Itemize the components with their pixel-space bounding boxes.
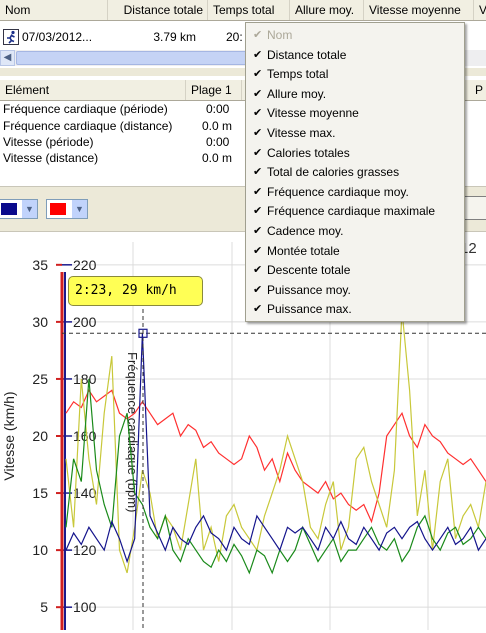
- menu-item-label: Puissance max.: [267, 302, 352, 317]
- menu-item[interactable]: ✔ Puissance max.: [246, 300, 464, 320]
- checkmark-icon: ✔: [253, 303, 263, 316]
- checkmark-icon: ✔: [253, 244, 263, 257]
- menu-item[interactable]: ✔ Total de calories grasses: [246, 163, 464, 183]
- menu-item[interactable]: ✔ Cadence moy.: [246, 222, 464, 242]
- menu-item-label: Montée totale: [267, 243, 340, 258]
- color-picker-speed[interactable]: ▼: [46, 199, 88, 219]
- chevron-down-icon[interactable]: ▼: [72, 200, 87, 218]
- hr-axis-tick-label: 140: [73, 485, 97, 501]
- color-swatch-blue: [1, 203, 17, 215]
- checkmark-icon: ✔: [253, 107, 263, 120]
- left-axis-tick-label: 15: [32, 485, 48, 501]
- menu-item-label: Fréquence cardiaque moy.: [267, 184, 409, 199]
- color-picker-heart-rate[interactable]: ▼: [0, 199, 38, 219]
- column-chooser-menu: ✔ Nom ✔ Distance totale ✔ Temps total ✔ Allure …: [245, 22, 465, 322]
- checkmark-icon: ✔: [253, 29, 263, 41]
- activity-name: 07/03/2012...: [22, 30, 93, 44]
- menu-item-label: Calories totales: [267, 145, 350, 160]
- column-header-partial-p[interactable]: P: [470, 80, 486, 100]
- left-axis-tick-label: 10: [32, 542, 48, 558]
- menu-item[interactable]: ✔ Descente totale: [246, 261, 464, 281]
- details-value: 0:00: [206, 135, 230, 149]
- details-value: 0.0 m: [202, 119, 233, 133]
- details-element: Fréquence cardiaque (période): [3, 102, 168, 116]
- menu-item[interactable]: ✔ Temps total: [246, 65, 464, 85]
- menu-item-label: Allure moy.: [267, 86, 327, 101]
- chevron-down-icon[interactable]: ▼: [22, 200, 37, 218]
- checkmark-icon: ✔: [253, 146, 263, 159]
- details-element: Fréquence cardiaque (distance): [3, 119, 173, 133]
- checkmark-icon: ✔: [253, 87, 263, 100]
- menu-item-label: Total de calories grasses: [267, 165, 400, 180]
- menu-item-label: Nom: [267, 28, 293, 42]
- menu-item-label: Temps total: [267, 67, 329, 82]
- left-axis-tick-label: 30: [32, 314, 48, 330]
- checkmark-icon: ✔: [253, 225, 263, 237]
- color-swatch-red: [50, 203, 66, 215]
- cursor-tooltip: 2:23, 29 km/h: [68, 276, 203, 306]
- activity-distance: 3.79 km: [153, 30, 196, 44]
- menu-item-label: Vitesse moyenne: [267, 106, 359, 121]
- menu-item-label: Fréquence cardiaque maximale: [267, 204, 436, 219]
- column-header-temps[interactable]: Temps total: [208, 0, 290, 20]
- checkmark-icon: ✔: [253, 68, 263, 81]
- menu-item-label: Puissance moy.: [267, 282, 351, 297]
- menu-item[interactable]: ✔ Vitesse max.: [246, 124, 464, 144]
- checkmark-icon: ✔: [253, 283, 263, 296]
- hr-axis-tick-label: 200: [73, 314, 97, 330]
- hr-axis-tick-label: 180: [73, 371, 97, 387]
- menu-item[interactable]: ✔ Montée totale: [246, 242, 464, 262]
- y-axis-label: Vitesse (km/h): [1, 391, 17, 480]
- activity-table-header: Nom Distance totale Temps total Allure m…: [0, 0, 486, 21]
- menu-item-label: Distance totale: [267, 47, 347, 62]
- hr-axis-tick-label: 120: [73, 542, 97, 558]
- menu-item[interactable]: ✔ Vitesse moyenne: [246, 104, 464, 124]
- left-axis-tick-label: 35: [32, 257, 48, 273]
- menu-item[interactable]: ✔ Distance totale: [246, 46, 464, 66]
- column-header-element[interactable]: Elément: [0, 80, 186, 100]
- checkmark-icon: ✔: [253, 48, 263, 61]
- column-header-distance[interactable]: Distance totale: [108, 0, 208, 20]
- details-element: Vitesse (distance): [3, 151, 99, 165]
- menu-item[interactable]: ✔ Allure moy.: [246, 85, 464, 105]
- runner-icon: [3, 29, 19, 45]
- checkmark-icon: ✔: [253, 127, 263, 139]
- left-axis-tick-label: 25: [32, 371, 48, 387]
- hr-axis-label: Fréquence cardiaque (bpm): [125, 352, 140, 512]
- details-value: 0.0 m: [202, 151, 233, 165]
- menu-item[interactable]: ✔ Nom: [246, 26, 464, 46]
- menu-item[interactable]: ✔ Puissance moy.: [246, 281, 464, 301]
- left-axis-tick-label: 20: [32, 428, 48, 444]
- column-header-allure[interactable]: Allure moy.: [290, 0, 364, 20]
- menu-item-label: Descente totale: [267, 263, 351, 278]
- column-header-plage1[interactable]: Plage 1: [186, 80, 242, 100]
- checkmark-icon: ✔: [253, 185, 263, 198]
- details-element: Vitesse (période): [3, 135, 94, 149]
- scroll-left-icon[interactable]: ◀: [0, 50, 15, 66]
- column-header-nom[interactable]: Nom: [0, 0, 108, 20]
- hr-axis-tick-label: 220: [73, 257, 97, 273]
- column-header-partial[interactable]: V: [474, 0, 486, 20]
- menu-item[interactable]: ✔ Calories totales: [246, 144, 464, 164]
- checkmark-icon: ✔: [253, 205, 263, 218]
- details-value: 0:00: [206, 102, 230, 116]
- hr-axis-tick-label: 100: [73, 599, 97, 615]
- left-axis-tick-label: 5: [40, 599, 48, 615]
- checkmark-icon: ✔: [253, 166, 263, 179]
- checkmark-icon: ✔: [253, 264, 263, 277]
- menu-item[interactable]: ✔ Fréquence cardiaque maximale: [246, 202, 464, 222]
- menu-item[interactable]: ✔ Fréquence cardiaque moy.: [246, 183, 464, 203]
- menu-item-label: Cadence moy.: [267, 224, 344, 238]
- menu-item-label: Vitesse max.: [267, 126, 336, 140]
- column-header-vitesse[interactable]: Vitesse moyenne: [364, 0, 474, 20]
